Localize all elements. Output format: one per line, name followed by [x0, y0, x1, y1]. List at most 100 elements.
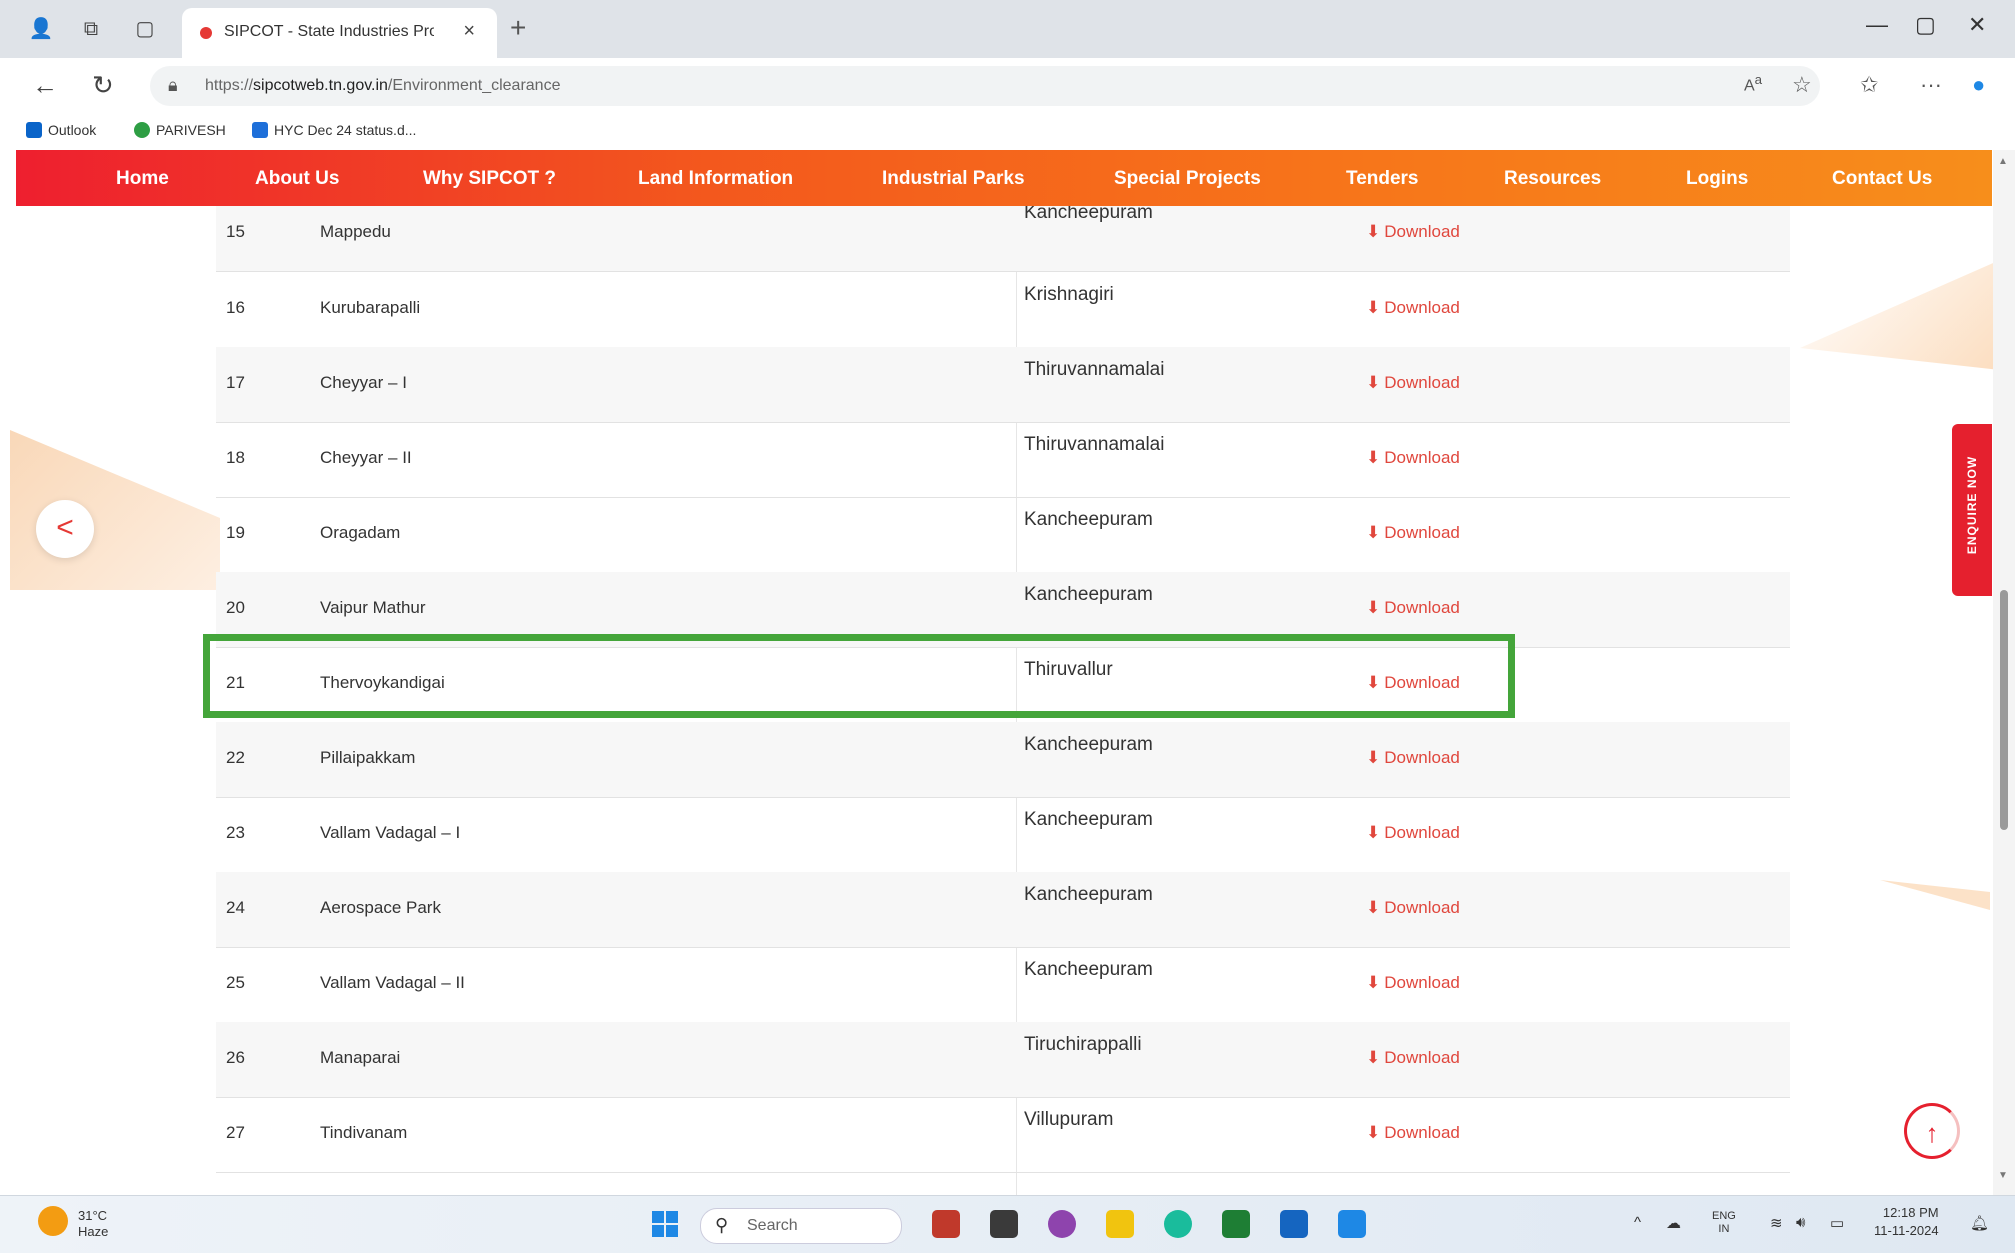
restore-icon[interactable]: ▢ — [1915, 12, 1936, 38]
bookmark-label: Outlook — [48, 122, 97, 138]
park-name: Vallam Vadagal – I — [320, 823, 461, 842]
download-link[interactable]: ⬇ Download — [1366, 1123, 1460, 1143]
nav-tenders[interactable]: Tenders — [1346, 168, 1419, 190]
lang-region: IN — [1718, 1223, 1730, 1235]
download-icon: ⬇ — [1366, 523, 1381, 542]
download-link[interactable]: ⬇ Download — [1366, 823, 1460, 843]
edge-browser-icon[interactable] — [1164, 1210, 1192, 1238]
clock-time: 12:18 PM — [1882, 1205, 1939, 1220]
download-icon: ⬇ — [1366, 373, 1381, 392]
row-number: 27 — [226, 1123, 245, 1142]
taskbar-clock[interactable]: 12:18 PM 11-11-2024 — [1874, 1204, 1939, 1240]
district-name: Kancheepuram — [1024, 734, 1153, 755]
download-link[interactable]: ⬇ Download — [1366, 973, 1460, 993]
start-logo-square — [666, 1211, 678, 1223]
close-window-icon[interactable]: ✕ — [1968, 12, 1986, 38]
nav-about-us[interactable]: About Us — [255, 168, 339, 190]
taskbar-search[interactable]: ⚲ Search — [700, 1208, 902, 1244]
weather-widget[interactable]: 31°C Haze — [38, 1206, 108, 1239]
download-icon: ⬇ — [1366, 448, 1381, 467]
download-icon: ⬇ — [1366, 298, 1381, 317]
media-app-icon[interactable] — [990, 1210, 1018, 1238]
share-icon[interactable]: < — [36, 500, 94, 558]
more-menu-icon[interactable]: ··· — [1920, 72, 1942, 98]
notification-bell-icon[interactable]: 🔔︎ — [1970, 1214, 1989, 1232]
copilot-icon[interactable]: ● — [1972, 72, 1985, 98]
nav-logins[interactable]: Logins — [1686, 168, 1748, 190]
show-hidden-icons[interactable]: ^ — [1634, 1214, 1641, 1231]
page-scrollbar[interactable]: ▲ ▼ — [1993, 150, 2015, 1195]
park-name: Vallam Vadagal – II — [320, 973, 465, 992]
tab-actions-icon[interactable]: ▢ — [132, 16, 158, 42]
site-favicon-icon — [200, 27, 212, 39]
download-link[interactable]: ⬇ Download — [1366, 298, 1460, 318]
favorites-icon[interactable]: ✩ — [1860, 72, 1878, 98]
download-label: Download — [1384, 823, 1460, 842]
download-link[interactable]: ⬇ Download — [1366, 373, 1460, 393]
nav-land-information[interactable]: Land Information — [638, 168, 793, 190]
download-link[interactable]: ⬇ Download — [1366, 448, 1460, 468]
park-name: Mappedu — [320, 222, 391, 241]
table-row: 26 Manaparai Tiruchirappalli ⬇ Download — [216, 1022, 1790, 1098]
language-indicator[interactable]: ENG IN — [1712, 1210, 1736, 1236]
workspaces-icon[interactable]: ⧉ — [78, 16, 104, 42]
lock-icon[interactable]: 🔒︎ — [168, 75, 178, 96]
read-aloud-icon[interactable]: Aa — [1744, 72, 1762, 95]
onedrive-icon[interactable]: ☁ — [1666, 1214, 1681, 1232]
volume-icon[interactable]: 🔊︎ — [1796, 1214, 1805, 1231]
download-label: Download — [1384, 523, 1460, 542]
favorite-star-icon[interactable]: ☆ — [1792, 72, 1812, 98]
district-name: Thiruvannamalai — [1024, 359, 1165, 380]
wifi-icon[interactable]: ≋ — [1770, 1214, 1783, 1232]
nav-special-projects[interactable]: Special Projects — [1114, 168, 1261, 190]
browser-tab-active[interactable]: SIPCOT - State Industries Promot × — [182, 8, 497, 58]
search-icon: ⚲ — [715, 1215, 729, 1235]
close-tab-icon[interactable]: × — [463, 20, 475, 43]
district-name: Kancheepuram — [1024, 509, 1153, 530]
outlook-app-icon[interactable] — [1280, 1210, 1308, 1238]
scroll-to-top-icon[interactable]: ↑ — [1904, 1103, 1960, 1159]
nav-why-sipcot[interactable]: Why SIPCOT ? — [423, 168, 556, 190]
table-row: 16 Kurubarapalli Krishnagiri ⬇ Download — [216, 272, 1790, 348]
copilot-app-icon[interactable] — [1048, 1210, 1076, 1238]
refresh-icon[interactable]: ↻ — [92, 70, 114, 101]
nav-industrial-parks[interactable]: Industrial Parks — [882, 168, 1025, 190]
download-link[interactable]: ⬇ Download — [1366, 598, 1460, 618]
district-name: Tiruchirappalli — [1024, 1034, 1142, 1055]
excel-icon[interactable] — [1222, 1210, 1250, 1238]
url-text[interactable]: https://sipcotweb.tn.gov.in/Environment_… — [205, 77, 560, 95]
table-row: 17 Cheyyar – I Thiruvannamalai ⬇ Download — [216, 347, 1790, 423]
start-logo-square — [666, 1225, 678, 1237]
site-main-nav: Home About Us Why SIPCOT ? Land Informat… — [16, 150, 1992, 206]
download-link[interactable]: ⬇ Download — [1366, 1048, 1460, 1068]
download-link[interactable]: ⬇ Download — [1366, 523, 1460, 543]
photos-app-icon[interactable] — [1338, 1210, 1366, 1238]
nav-contact-us[interactable]: Contact Us — [1832, 168, 1932, 190]
scroll-up-icon[interactable]: ▲ — [1998, 156, 2008, 167]
briefcase-app-icon[interactable] — [932, 1210, 960, 1238]
table-row: 19 Oragadam Kancheepuram ⬇ Download — [216, 497, 1790, 573]
address-bar[interactable]: 🔒︎ https://sipcotweb.tn.gov.in/Environme… — [150, 66, 1820, 106]
bookmark-hyc[interactable]: HYC Dec 24 status.d... — [252, 122, 416, 138]
download-link[interactable]: ⬇ Download — [1366, 748, 1460, 768]
file-explorer-icon[interactable] — [1106, 1210, 1134, 1238]
new-tab-icon[interactable]: + — [510, 12, 526, 44]
profile-icon[interactable]: 👤 — [28, 16, 54, 42]
start-logo-square — [652, 1225, 664, 1237]
scroll-down-icon[interactable]: ▼ — [1998, 1170, 2008, 1181]
battery-icon[interactable]: ▭ — [1830, 1214, 1844, 1232]
download-label: Download — [1384, 373, 1460, 392]
table-row: 27 Tindivanam Villupuram ⬇ Download — [216, 1097, 1790, 1173]
scrollbar-thumb[interactable] — [2000, 590, 2008, 830]
nav-home[interactable]: Home — [116, 168, 169, 190]
back-icon[interactable]: ← — [32, 70, 58, 101]
bookmark-outlook[interactable]: Outlook — [26, 122, 96, 138]
district-name: Thiruvannamalai — [1024, 434, 1165, 455]
enquire-now-button[interactable]: ENQUIRE NOW — [1952, 424, 1992, 596]
minimize-icon[interactable]: — — [1866, 12, 1888, 38]
bookmark-parivesh[interactable]: PARIVESH — [134, 122, 226, 138]
nav-resources[interactable]: Resources — [1504, 168, 1601, 190]
download-link[interactable]: ⬇ Download — [1366, 898, 1460, 918]
windows-start-icon[interactable] — [652, 1211, 680, 1239]
download-link[interactable]: ⬇ Download — [1366, 222, 1460, 242]
